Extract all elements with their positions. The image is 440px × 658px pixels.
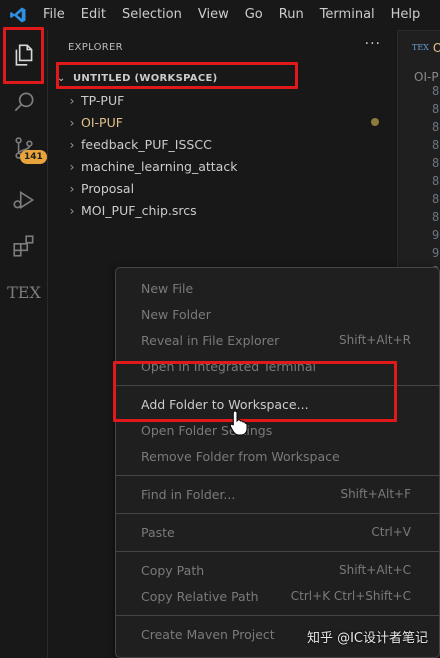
menu-new-folder[interactable]: New Folder (116, 301, 439, 327)
tree-folder-feedback[interactable]: › feedback_PUF_ISSCC (63, 133, 397, 155)
files-icon (15, 44, 33, 66)
menu-terminal[interactable]: Terminal (312, 0, 383, 30)
run-debug-button[interactable] (0, 178, 48, 222)
chevron-right-icon: › (69, 114, 75, 130)
menu-shortcut: Ctrl+K Ctrl+Shift+C (290, 589, 411, 603)
menu-find-in-folder[interactable]: Find in Folder... Shift+Alt+F (116, 481, 439, 507)
menu-label: Find in Folder... (141, 486, 236, 502)
menu-label: Paste (141, 524, 175, 540)
workspace-label: UNTITLED (WORKSPACE) (73, 72, 218, 84)
line-number: 8 (432, 174, 440, 188)
source-control-badge: 141 (20, 150, 47, 164)
menu-bar: File Edit Selection View Go Run Terminal… (0, 0, 440, 30)
menu-view[interactable]: View (190, 0, 237, 30)
menu-label: Reveal in File Explorer (141, 332, 280, 348)
menu-shortcut: Shift+Alt+R (339, 333, 411, 347)
line-number: 8 (432, 192, 440, 206)
modified-dot-icon (371, 118, 379, 126)
sidebar-title: EXPLORER (68, 42, 123, 53)
line-number: 9 (432, 228, 440, 242)
chevron-right-icon: › (69, 92, 75, 108)
line-number: 8 (432, 210, 440, 224)
menu-separator (116, 513, 439, 514)
menu-open-terminal[interactable]: Open in Integrated Terminal (116, 353, 439, 379)
workspace-header[interactable]: ⌄ UNTITLED (WORKSPACE) (57, 67, 387, 89)
menu-help[interactable]: Help (383, 0, 429, 30)
menu-label: Remove Folder from Workspace (141, 448, 340, 464)
line-number: 8 (432, 138, 440, 152)
vscode-logo-icon (10, 7, 26, 23)
menu-paste[interactable]: Paste Ctrl+V (116, 519, 439, 545)
menu-label: Add Folder to Workspace... (141, 396, 309, 412)
menu-label: New File (141, 280, 194, 296)
chevron-right-icon: › (69, 202, 75, 218)
line-number: 8 (432, 120, 440, 134)
chevron-right-icon: › (69, 180, 75, 196)
hand-cursor-icon (229, 410, 248, 436)
activity-bar: 141 TEX (0, 30, 48, 658)
menu-separator (116, 551, 439, 552)
menu-file[interactable]: File (35, 0, 73, 30)
menu-separator (116, 615, 439, 616)
tree-folder-ml-attack[interactable]: › machine_learning_attack (63, 155, 397, 177)
tree-folder-proposal[interactable]: › Proposal (63, 177, 397, 199)
search-button[interactable] (0, 80, 48, 124)
menu-go[interactable]: Go (237, 0, 271, 30)
folder-name: TP-PUF (81, 92, 125, 108)
menu-new-file[interactable]: New File (116, 275, 439, 301)
extensions-button[interactable] (0, 224, 48, 268)
menu-label: Copy Relative Path (141, 588, 259, 604)
menu-label: Copy Path (141, 562, 205, 578)
menu-copy-path[interactable]: Copy Path Shift+Alt+C (116, 557, 439, 583)
explorer-button[interactable] (0, 33, 48, 77)
menu-label: New Folder (141, 306, 211, 322)
line-number: 8 (432, 84, 440, 98)
menu-add-folder-to-workspace[interactable]: Add Folder to Workspace... (116, 391, 439, 417)
folder-name: MOI_PUF_chip.srcs (81, 202, 197, 218)
line-number: 8 (432, 102, 440, 116)
chevron-down-icon: ⌄ (57, 72, 66, 84)
chevron-right-icon: › (69, 158, 75, 174)
menu-label: Open in Integrated Terminal (141, 358, 316, 374)
menu-remove-folder[interactable]: Remove Folder from Workspace (116, 443, 439, 469)
tree-folder-oi-puf[interactable]: › OI-PUF (63, 111, 397, 133)
line-number: 9 (432, 246, 440, 260)
menu-edit[interactable]: Edit (73, 0, 114, 30)
folder-name: Proposal (81, 180, 135, 196)
tex-icon: TEX (7, 282, 41, 302)
run-debug-icon (13, 190, 35, 210)
menu-copy-relative-path[interactable]: Copy Relative Path Ctrl+K Ctrl+Shift+C (116, 583, 439, 609)
menu-shortcut: Shift+Alt+C (338, 563, 411, 577)
extensions-icon (13, 235, 34, 257)
chevron-right-icon: › (69, 136, 75, 152)
editor-tab[interactable]: TEX OI (398, 30, 440, 64)
menu-shortcut: Shift+Alt+F (340, 487, 411, 501)
menu-label: Open Folder Settings (141, 422, 273, 438)
menu-reveal-in-explorer[interactable]: Reveal in File Explorer Shift+Alt+R (116, 327, 439, 353)
search-icon (14, 92, 34, 112)
menu-shortcut: Ctrl+V (371, 525, 411, 539)
line-number: 8 (432, 156, 440, 170)
menu-separator (116, 385, 439, 386)
folder-tree: › TP-PUF › OI-PUF › feedback_PUF_ISSCC ›… (63, 89, 397, 221)
folder-name: feedback_PUF_ISSCC (81, 136, 212, 152)
menu-run[interactable]: Run (271, 0, 312, 30)
explorer-context-menu: New File New Folder Reveal in File Explo… (115, 267, 440, 658)
folder-name: machine_learning_attack (81, 158, 238, 174)
folder-name: OI-PUF (81, 114, 123, 130)
watermark-text: 知乎 @IC设计者笔记 (306, 631, 428, 646)
tree-folder-moi-srcs[interactable]: › MOI_PUF_chip.srcs (63, 199, 397, 221)
tex-file-icon: TEX (412, 43, 429, 52)
menu-selection[interactable]: Selection (114, 0, 190, 30)
menu-open-folder-settings[interactable]: Open Folder Settings (116, 417, 439, 443)
tree-folder-tp-puf[interactable]: › TP-PUF (63, 89, 397, 111)
menu-separator (116, 475, 439, 476)
tex-button[interactable]: TEX (0, 270, 48, 314)
more-actions-icon[interactable]: ··· (365, 36, 381, 52)
tab-name: OI (432, 40, 440, 55)
